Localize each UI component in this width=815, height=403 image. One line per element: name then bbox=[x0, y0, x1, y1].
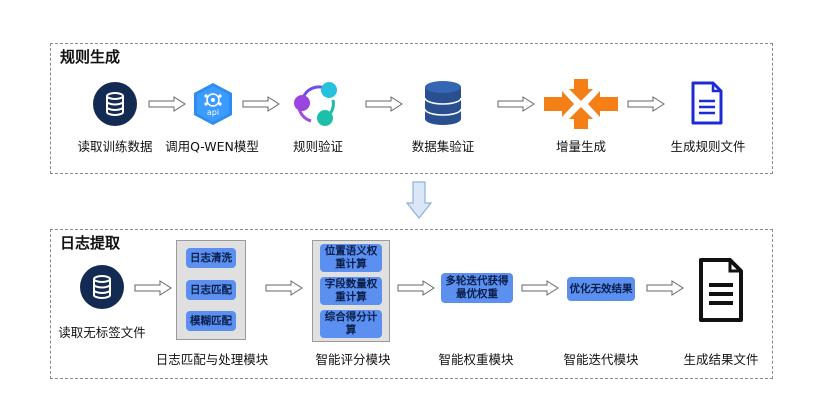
converging-arrows-icon bbox=[544, 79, 618, 129]
ring-nodes-icon bbox=[289, 78, 345, 130]
module-label-weight: 智能权重模块 bbox=[438, 352, 514, 367]
module-item-multi-round-weight: 多轮迭代获得 最优权重 bbox=[441, 273, 513, 303]
api-hexagon-icon: api bbox=[190, 81, 236, 127]
step-label-call-qwen: 调用Q-WEN模型 bbox=[165, 139, 259, 154]
document-icon bbox=[698, 257, 744, 323]
output-label-result-file: 生成结果文件 bbox=[683, 352, 759, 367]
module-item-fuzzy-matching: 模糊匹配 bbox=[186, 311, 236, 331]
down-arrow-icon bbox=[406, 181, 432, 219]
section-title-rule-generation: 规则生成 bbox=[60, 48, 121, 66]
section-title-log-extraction: 日志提取 bbox=[60, 234, 121, 252]
flow-arrow-icon bbox=[265, 280, 303, 296]
database-icon bbox=[80, 265, 124, 309]
module-item-optimize-invalid: 优化无效结果 bbox=[567, 277, 635, 301]
flow-arrow-icon bbox=[365, 96, 403, 112]
step-label-read-training-data: 读取训练数据 bbox=[77, 139, 153, 154]
module-item-composite-score: 综合得分计 算 bbox=[320, 310, 382, 338]
module-label-scoring: 智能评分模块 bbox=[315, 352, 391, 367]
flow-arrow-icon bbox=[148, 96, 186, 112]
module-item-field-count-weight: 字段数量权 重计算 bbox=[320, 277, 382, 305]
flow-arrow-icon bbox=[242, 96, 280, 112]
step-label-rule-verify: 规则验证 bbox=[292, 139, 344, 154]
step-label-incremental: 增量生成 bbox=[555, 139, 607, 154]
flow-arrow-icon bbox=[646, 280, 684, 296]
module-item-position-semantic-weight: 位置语义权 重计算 bbox=[320, 244, 382, 272]
module-label-iteration: 智能迭代模块 bbox=[563, 352, 639, 367]
flow-arrow-icon bbox=[521, 280, 559, 296]
flow-arrow-icon bbox=[497, 96, 535, 112]
module-item-log-cleaning: 日志清洗 bbox=[186, 248, 236, 268]
document-icon bbox=[691, 81, 723, 125]
module-item-log-matching: 日志匹配 bbox=[186, 280, 236, 300]
flow-arrow-icon bbox=[397, 280, 435, 296]
flow-arrow-icon bbox=[627, 96, 665, 112]
flow-arrow-icon bbox=[134, 280, 172, 296]
step-label-rule-file: 生成规则文件 bbox=[670, 139, 746, 154]
database-icon bbox=[93, 82, 137, 126]
step-label-dataset-verify: 数据集验证 bbox=[411, 139, 475, 154]
database-cylinder-icon bbox=[423, 79, 463, 127]
module-label-log-matching: 日志匹配与处理模块 bbox=[155, 352, 269, 367]
api-text: api bbox=[206, 108, 220, 117]
input-label-unlabeled-file: 读取无标签文件 bbox=[58, 325, 146, 340]
